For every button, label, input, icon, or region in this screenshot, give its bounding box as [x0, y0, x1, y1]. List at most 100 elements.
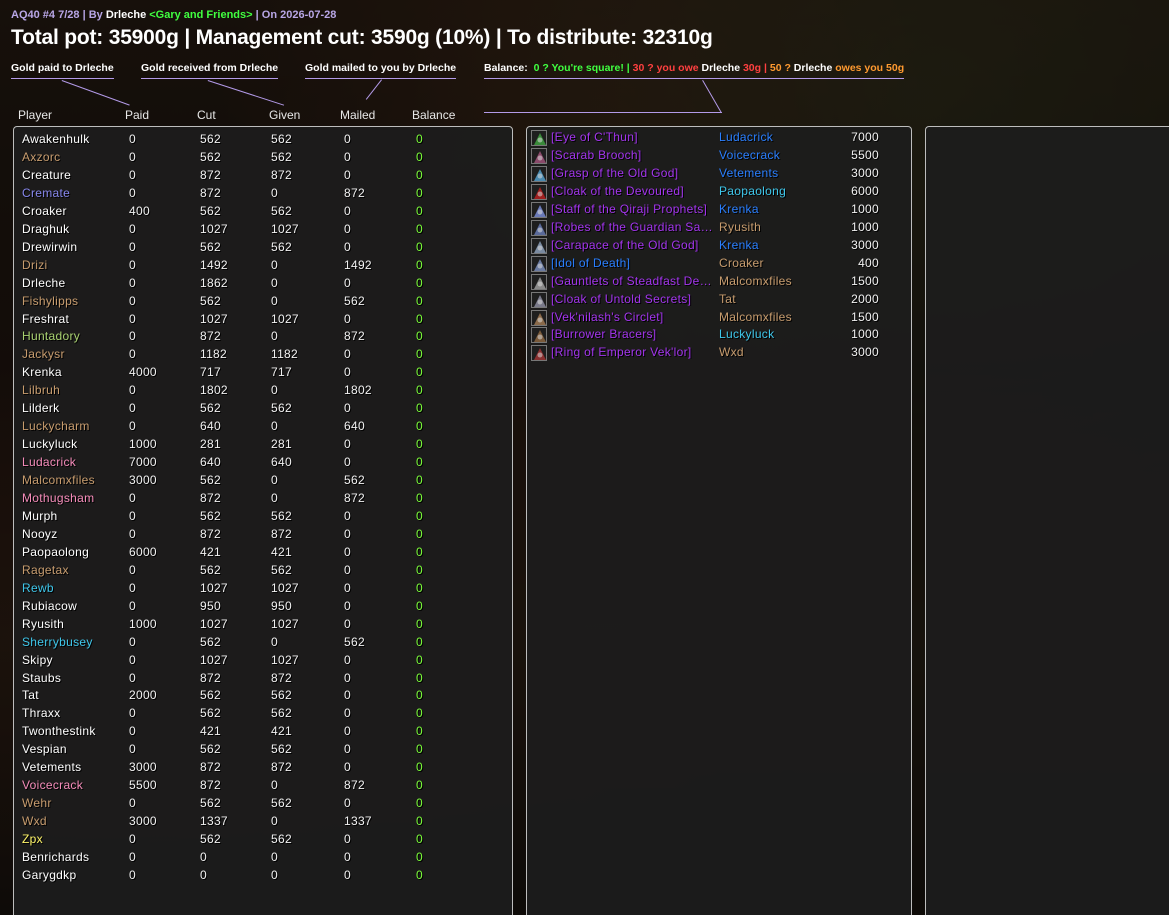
player-name: Benrichards [22, 850, 90, 864]
player-balance: 0 [416, 401, 423, 416]
loot-row[interactable]: [Cloak of Untold Secrets] Tat 2000 [531, 291, 901, 310]
balance-owes-b: owes you 50g [835, 62, 905, 74]
loot-item-link[interactable]: [Carapace of the Old God] [551, 238, 715, 252]
col-header-player[interactable]: Player [18, 108, 52, 122]
player-given: 0 [271, 257, 278, 272]
loot-item-link[interactable]: [Cloak of Untold Secrets] [551, 292, 715, 306]
player-paid: 0 [129, 796, 136, 811]
loot-item-link[interactable]: [Robes of the Guardian Saint] [551, 220, 715, 234]
gauntlets-icon[interactable] [531, 273, 547, 290]
player-mailed: 0 [344, 688, 351, 703]
player-cut: 872 [200, 526, 221, 541]
player-paid: 0 [129, 580, 136, 595]
col-header-balance[interactable]: Balance [412, 108, 455, 122]
player-paid: 0 [129, 562, 136, 577]
loot-row[interactable]: [Cloak of the Devoured] Paopaolong 6000 [531, 183, 901, 202]
balance-sep-2: | [763, 62, 767, 74]
loot-item-link[interactable]: [Scarab Brooch] [551, 148, 715, 162]
player-balance: 0 [416, 634, 423, 649]
loot-item-link[interactable]: [Gauntlets of Steadfast Determination] [551, 274, 715, 288]
player-balance: 0 [416, 329, 423, 344]
grasp-icon[interactable] [531, 165, 547, 182]
loot-row[interactable]: [Gauntlets of Steadfast Determination] Ma… [531, 273, 901, 292]
balance-sep-1: | [626, 62, 630, 74]
loot-amount: 1000 [851, 327, 879, 342]
loot-winner: Ludacrick [719, 130, 774, 144]
bracers-icon[interactable] [531, 327, 547, 344]
player-mailed: 0 [344, 167, 351, 182]
player-balance: 0 [416, 347, 423, 362]
cloak-icon[interactable] [531, 291, 547, 308]
brooch-icon[interactable] [531, 147, 547, 164]
loot-row[interactable]: [Scarab Brooch] Voicecrack 5500 [531, 147, 901, 166]
robe-icon[interactable] [531, 219, 547, 236]
player-name: Tat [22, 688, 39, 703]
player-paid: 0 [129, 742, 136, 757]
players-panel[interactable]: Awakenhulk 0 562 562 0 0 Axzorc 0 562 562 0 0 Creatu… [13, 126, 513, 915]
col-header-mailed[interactable]: Mailed [340, 108, 375, 122]
loot-item-link[interactable]: [Grasp of the Old God] [551, 166, 715, 180]
eye-icon[interactable] [531, 130, 547, 146]
player-mailed: 0 [344, 203, 351, 218]
player-mailed: 562 [344, 293, 365, 308]
player-mailed: 872 [344, 329, 365, 344]
loot-row[interactable]: [Idol of Death] Croaker 400 [531, 255, 901, 274]
player-paid: 0 [129, 706, 136, 721]
loot-item-link[interactable]: [Cloak of the Devoured] [551, 184, 715, 198]
cloak-icon[interactable] [531, 183, 547, 200]
carapace-icon[interactable] [531, 237, 547, 254]
player-balance: 0 [416, 778, 423, 793]
loot-row[interactable]: [Carapace of the Old God] Krenka 3000 [531, 237, 901, 256]
player-mailed: 0 [344, 544, 351, 559]
player-mailed: 872 [344, 778, 365, 793]
loot-row[interactable]: [Staff of the Qiraji Prophets] Krenka 1000 [531, 201, 901, 220]
loot-row[interactable]: [Grasp of the Old God] Vetements 3000 [531, 165, 901, 184]
player-name: Drizi [22, 257, 48, 272]
loot-panel[interactable]: [Eye of C'Thun] Ludacrick 7000 [Scarab Broo… [526, 126, 912, 915]
player-paid: 0 [129, 347, 136, 362]
loot-item-link[interactable]: [Vek'nilash's Circlet] [551, 310, 715, 324]
loot-item-link[interactable]: [Ring of Emperor Vek'lor] [551, 345, 715, 359]
idol-icon[interactable] [531, 255, 547, 272]
player-balance: 0 [416, 491, 423, 505]
player-name: Rubiacow [22, 598, 78, 613]
staff-icon[interactable] [531, 201, 547, 218]
player-paid: 3000 [129, 473, 157, 488]
loot-row[interactable]: [Robes of the Guardian Saint] Ryusith 1000 [531, 219, 901, 238]
loot-row[interactable]: [Eye of C'Thun] Ludacrick 7000 [531, 130, 901, 148]
player-given: 0 [271, 814, 278, 829]
loot-row[interactable]: [Ring of Emperor Vek'lor] Wxd 3000 [531, 345, 901, 363]
player-given: 562 [271, 401, 292, 416]
player-name: Fishylipps [22, 293, 79, 308]
loot-item-link[interactable]: [Burrower Bracers] [551, 327, 715, 341]
loot-amount: 3000 [851, 237, 879, 252]
ring-icon[interactable] [531, 345, 547, 362]
player-cut: 421 [200, 724, 221, 739]
col-header-paid[interactable]: Paid [125, 108, 149, 122]
player-paid: 0 [129, 850, 136, 864]
player-cut: 1802 [200, 383, 228, 398]
player-paid: 4000 [129, 365, 157, 380]
player-given: 0 [271, 329, 278, 344]
player-name: Lilbruh [22, 383, 61, 398]
col-header-cut[interactable]: Cut [197, 108, 216, 122]
loot-amount: 3000 [851, 345, 879, 360]
loot-item-link[interactable]: [Eye of C'Thun] [551, 130, 715, 144]
player-mailed: 0 [344, 132, 351, 146]
player-cut: 872 [200, 760, 221, 775]
player-cut: 950 [200, 598, 221, 613]
loot-item-link[interactable]: [Staff of the Qiraji Prophets] [551, 202, 715, 216]
loot-item-link[interactable]: [Idol of Death] [551, 256, 715, 270]
loot-row[interactable]: [Burrower Bracers] Luckyluck 1000 [531, 327, 901, 345]
player-name: Vespian [22, 742, 67, 757]
player-paid: 0 [129, 275, 136, 290]
player-paid: 0 [129, 257, 136, 272]
player-mailed: 562 [344, 634, 365, 649]
loot-row[interactable]: [Vek'nilash's Circlet] Malcomxfiles 1500 [531, 309, 901, 328]
col-header-given[interactable]: Given [269, 108, 300, 122]
player-name: Staubs [22, 670, 62, 685]
circlet-icon[interactable] [531, 309, 547, 326]
player-cut: 1027 [200, 221, 228, 236]
player-name: Vetements [22, 760, 82, 775]
player-given: 872 [271, 526, 292, 541]
